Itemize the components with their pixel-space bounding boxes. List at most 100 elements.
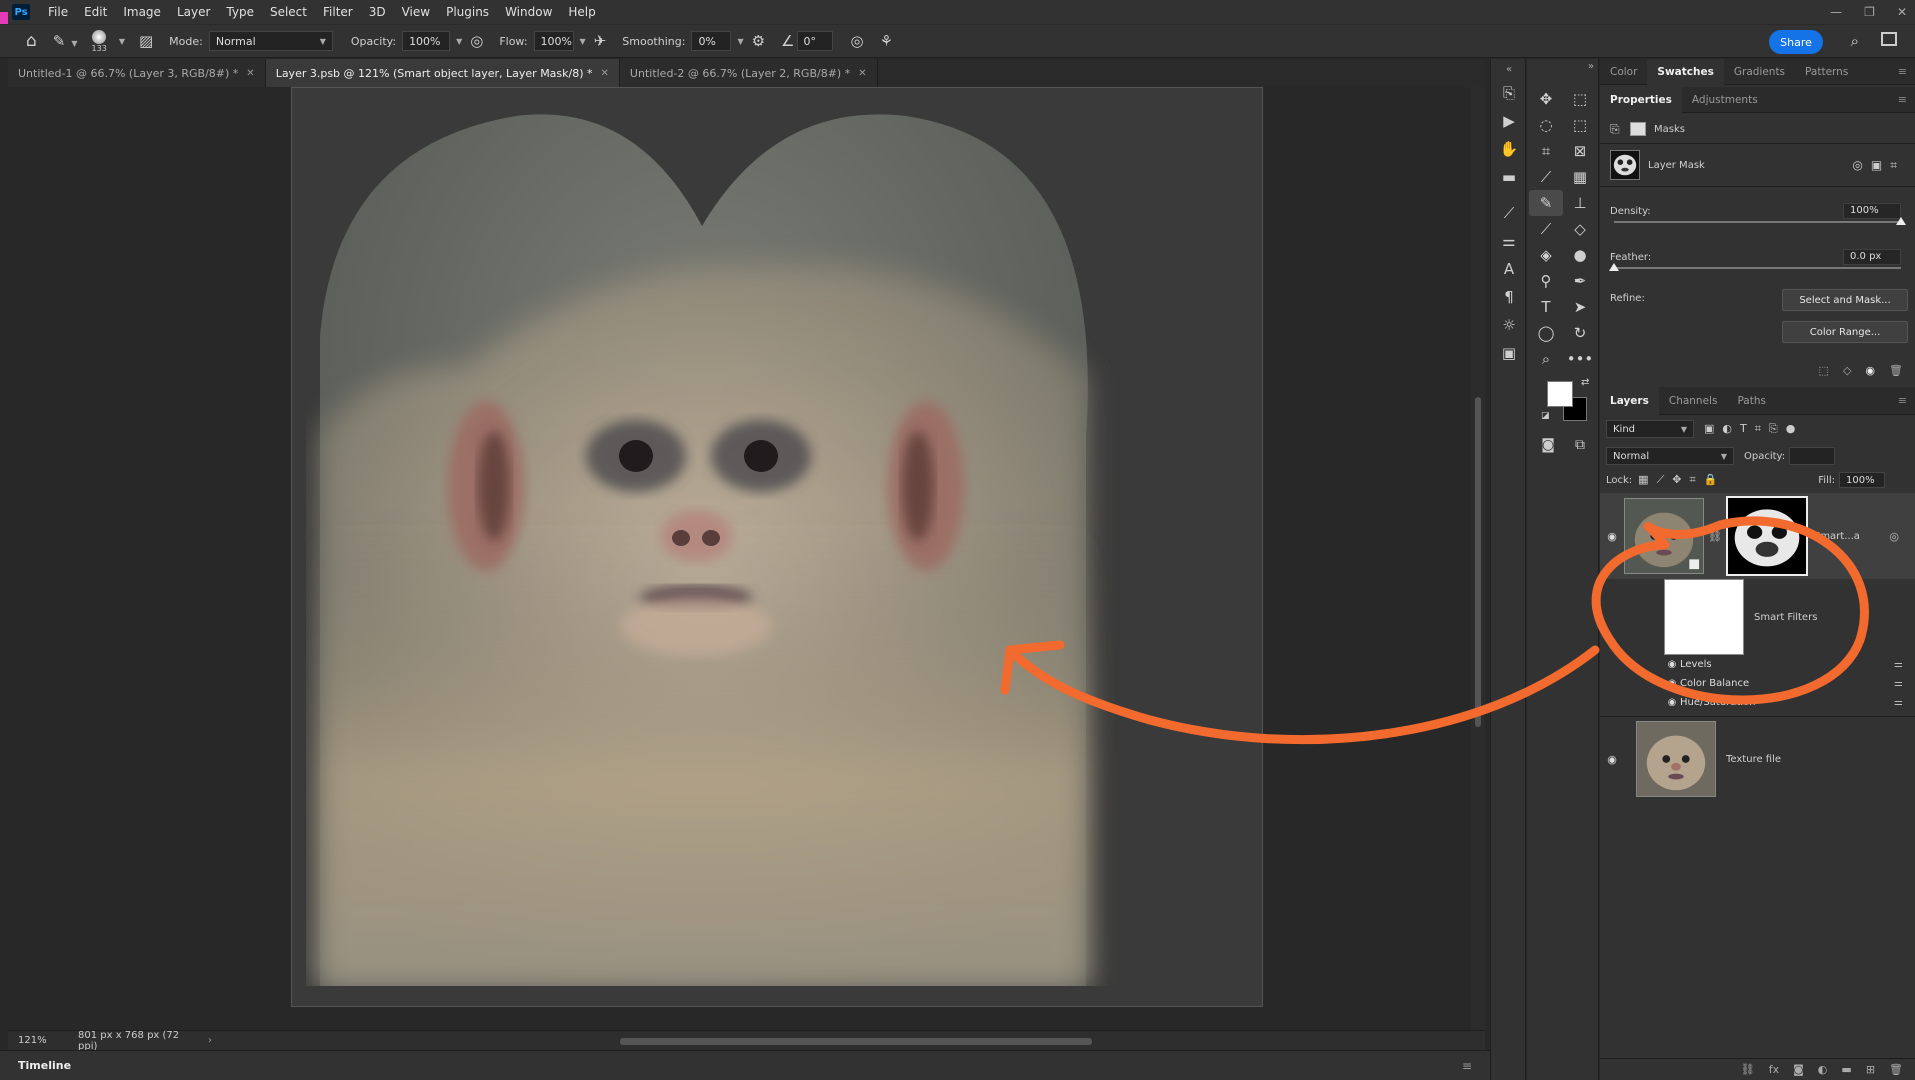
close-icon[interactable]: ✕ (246, 68, 254, 79)
minimize-button[interactable]: — (1830, 5, 1842, 19)
opacity-dropdown-icon[interactable]: ▼ (456, 37, 462, 46)
brush-tool-icon[interactable]: ✎ ▼ (53, 32, 78, 50)
zoom-tool-icon[interactable]: ⌕ (1529, 346, 1563, 372)
layer-mask-thumbnail-large[interactable] (1725, 496, 1808, 576)
more-tools-icon[interactable]: ••• (1563, 346, 1597, 372)
history-brush-tool-icon[interactable]: ⟋ (1529, 216, 1563, 242)
smoothing-dropdown-icon[interactable]: ▼ (737, 37, 743, 46)
eye-icon[interactable]: ◉ (1600, 530, 1624, 543)
density-slider[interactable] (1614, 217, 1906, 225)
tab-untitled-2[interactable]: Untitled-2 @ 66.7% (Layer 2, RGB/8#) * ✕ (619, 59, 878, 87)
tab-properties[interactable]: Properties (1600, 86, 1682, 113)
tab-swatches[interactable]: Swatches (1647, 58, 1724, 85)
group-folder-icon[interactable]: ▬ (1841, 1063, 1851, 1076)
foreground-color-swatch[interactable] (1547, 381, 1573, 407)
rotate-view-tool-icon[interactable]: ↻ (1563, 320, 1597, 346)
flow-input[interactable]: 100% (533, 31, 574, 51)
pressure-size-icon[interactable]: ◎ (851, 32, 864, 50)
menu-plugins[interactable]: Plugins (438, 0, 497, 24)
history-icon[interactable]: ⎘ (1491, 79, 1527, 107)
tab-gradients[interactable]: Gradients (1724, 59, 1795, 85)
quick-mask-icon[interactable]: ◙ (1535, 437, 1561, 453)
tab-color[interactable]: Color (1600, 59, 1647, 85)
brush-preset-dropdown-icon[interactable]: ▼ (119, 37, 125, 46)
hand-icon[interactable]: ✋ (1491, 135, 1527, 163)
new-layer-icon[interactable]: ⊞ (1866, 1063, 1875, 1076)
share-button[interactable]: Share (1769, 30, 1823, 54)
symmetry-icon[interactable]: ⚘ (880, 32, 893, 50)
fx-icon[interactable]: fx (1769, 1063, 1779, 1076)
layer-kind-filter[interactable]: Kind ▼ (1606, 420, 1694, 438)
brush-settings-icon[interactable]: ▨ (139, 32, 153, 50)
panel-menu-icon[interactable]: ≡ (1898, 93, 1907, 106)
path-select-tool-icon[interactable]: ➤ (1563, 294, 1597, 320)
menu-select[interactable]: Select (262, 0, 315, 24)
menu-help[interactable]: Help (560, 0, 603, 24)
feather-slider-knob[interactable] (1609, 263, 1619, 271)
panel-menu-icon[interactable]: ≡ (1462, 1059, 1472, 1073)
close-icon[interactable]: ✕ (601, 68, 609, 79)
workspace-icon[interactable] (1881, 32, 1897, 46)
layer-opacity-input[interactable] (1789, 447, 1836, 465)
smart-filters-row[interactable]: Smart Filters (1600, 579, 1915, 655)
gear-icon[interactable]: ⚙ (752, 32, 765, 50)
screen-mode-icon[interactable]: ⧉ (1567, 437, 1593, 453)
flow-dropdown-icon[interactable]: ▼ (580, 37, 586, 46)
density-slider-knob[interactable] (1896, 217, 1906, 225)
sun-icon[interactable]: ☼ (1491, 311, 1527, 339)
fill-input[interactable]: 100% (1839, 472, 1885, 488)
eye-icon[interactable]: ◉ (1865, 364, 1875, 377)
menu-image[interactable]: Image (115, 0, 169, 24)
eye-icon[interactable]: ◉ (1664, 697, 1680, 708)
tab-channels[interactable]: Channels (1659, 388, 1728, 414)
zoom-level[interactable]: 121% (8, 1035, 58, 1046)
horizontal-scroll-thumb[interactable] (620, 1038, 1092, 1045)
timeline-label[interactable]: Timeline (18, 1059, 71, 1072)
menu-3d[interactable]: 3D (361, 0, 394, 24)
airbrush-icon[interactable]: ✈ (594, 32, 607, 50)
panel-menu-icon[interactable]: ≡ (1898, 394, 1907, 407)
density-input[interactable]: 100% (1843, 203, 1901, 219)
add-mask-icon[interactable]: ◙ (1793, 1063, 1804, 1076)
comments-icon[interactable]: ▬ (1491, 163, 1527, 191)
tab-paths[interactable]: Paths (1727, 388, 1776, 414)
adjustment-layer-icon[interactable]: ◐ (1818, 1063, 1828, 1076)
blur-tool-icon[interactable]: ● (1563, 242, 1597, 268)
libraries-icon[interactable]: ▣ (1491, 339, 1527, 367)
marquee-tool-icon[interactable]: ⬚ (1563, 86, 1597, 112)
tab-untitled-1[interactable]: Untitled-1 @ 66.7% (Layer 3, RGB/8#) * ✕ (8, 59, 266, 87)
tab-layer-3-psb[interactable]: Layer 3.psb @ 121% (Smart object layer, … (265, 59, 620, 87)
smoothing-input[interactable]: 0% (691, 31, 732, 51)
tab-adjustments[interactable]: Adjustments (1682, 87, 1768, 113)
filter-options-icon[interactable]: ⚌ (1894, 697, 1903, 708)
eraser-tool-icon[interactable]: ◇ (1563, 216, 1597, 242)
brush-settings-panel-icon[interactable]: ⟋ (1491, 199, 1527, 227)
expand-icon[interactable]: » (1588, 61, 1594, 72)
canvas-area[interactable] (8, 87, 1471, 1030)
filter-options-icon[interactable]: ⚌ (1894, 659, 1903, 670)
feather-slider[interactable] (1609, 263, 1901, 271)
menu-filter[interactable]: Filter (315, 0, 361, 24)
character-icon[interactable]: A (1491, 255, 1527, 283)
apply-mask-icon[interactable]: ◇ (1843, 364, 1851, 377)
search-icon[interactable]: ⌕ (1851, 32, 1859, 50)
swap-colors-icon[interactable]: ⇄ (1581, 377, 1589, 388)
document-canvas[interactable] (291, 87, 1263, 1007)
type-tool-icon[interactable]: T (1529, 294, 1563, 320)
link-icon[interactable]: ⛓ (1708, 530, 1722, 543)
filter-color-balance-row[interactable]: ◉ Color Balance ⚌ (1600, 674, 1915, 693)
pressure-opacity-icon[interactable]: ◎ (470, 32, 483, 50)
eye-icon[interactable]: ◉ (1600, 753, 1624, 766)
menu-view[interactable]: View (394, 0, 438, 24)
filter-hue-saturation-row[interactable]: ◉ Hue/Saturation ⚌ (1600, 693, 1915, 712)
angle-input[interactable]: 0° (796, 31, 833, 51)
patch-tool-icon[interactable]: ▦ (1563, 164, 1597, 190)
stamp-tool-icon[interactable]: ⊥ (1563, 190, 1597, 216)
layer-row-texture[interactable]: ◉ Texture file (1600, 717, 1915, 801)
eyedropper-tool-icon[interactable]: ⟋ (1529, 164, 1563, 190)
feather-input[interactable]: 0.0 px (1843, 249, 1901, 265)
adjustments-sliders-icon[interactable]: ⚌ (1491, 227, 1527, 255)
pen-tool-icon[interactable]: ✒ (1563, 268, 1597, 294)
select-and-mask-button[interactable]: Select and Mask... (1782, 289, 1908, 311)
restore-button[interactable]: ❐ (1864, 5, 1875, 19)
